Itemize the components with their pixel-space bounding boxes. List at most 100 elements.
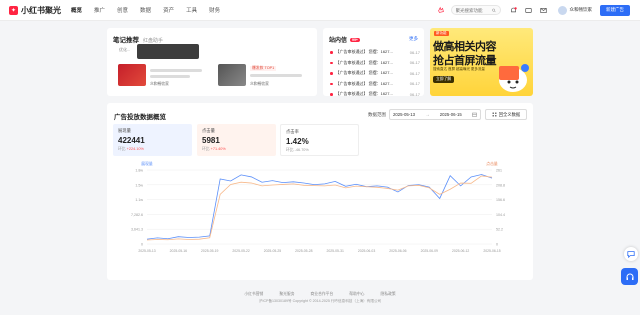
y-left-axis-label: 展现量 [141,161,153,166]
message-text: 【广告审核通过】 您摆：1627... [335,59,393,65]
y-left-tick-label: 7,282.6 [131,213,143,217]
y-left-tick-label: 1.5w [135,183,143,187]
message-item[interactable]: 【广告审核通过】 您摆：1627... 06-17 [330,79,420,90]
nav-item-tools[interactable]: 工具 [186,6,197,14]
kpi-delta-prefix: 环比 [286,148,294,152]
kpi-ctr[interactable]: 点击率 1.42% 环比 -46.70% [280,124,359,156]
footer-link[interactable]: 小红书营销 [244,292,263,297]
messages-card: 站内信 99+ 更多 【广告审核通过】 您摆：1627... 06-17 【广告审… [323,28,424,97]
service-float-button[interactable] [621,268,638,285]
footer-link[interactable]: 帮助中心 [349,292,364,297]
y-right-tick-label: 0 [496,243,498,247]
message-date: 06-17 [409,91,420,97]
x-tick-label: 2025-06-12 [452,249,469,253]
nav-item-creative[interactable]: 创意 [117,6,128,14]
search-input[interactable] [455,7,492,13]
message-item[interactable]: 【广告审核通过】 您摆：1627... 06-17 [330,47,420,58]
main-nav: 概览 推广 创意 数据 资产 工具 财务 [71,6,232,14]
y-left-tick-label: 1.8w [135,169,143,173]
assistant-float-button[interactable] [624,247,638,261]
kpi-label: 点击量 [202,128,215,133]
note-author-2: 众和畅饮家 [250,82,269,86]
wallet-icon[interactable] [524,5,534,15]
x-tick-label: 2025-05-19 [201,249,218,253]
x-tick-label: 2025-05-16 [170,249,187,253]
line-chart: 0 0 3,641.3 52.2 7,282.6 104.4 1.1w 156.6 1.5w 20… [107,158,533,280]
note-badge: 爆发款 TOP1 [250,66,277,71]
nav-item-assets[interactable]: 资产 [163,6,174,14]
message-date: 06-17 [409,81,420,87]
x-tick-label: 2025-06-15 [483,249,500,253]
message-text: 【广告审核通过】 您摆：1627... [335,91,393,97]
kpi-delta: 环比 -46.70% [286,148,353,153]
footer-link[interactable]: 隐私政策 [380,292,395,297]
new-ad-button[interactable]: 新建广告 [600,4,630,16]
kpi-value: 1.42% [286,137,309,146]
bell-icon[interactable] [509,5,519,15]
y-right-axis-label: 点击量 [486,161,498,166]
date-range-label: 数据范围 [368,112,386,117]
nav-item-overview[interactable]: 概览 [71,6,82,14]
message-text: 【广告审核通过】 您摆：1627... [335,49,393,55]
note-thumbnail-2[interactable] [218,64,246,86]
series-line-clicks [146,175,493,241]
footer-link[interactable]: 聚光服务 [279,292,294,297]
messages-list: 【广告审核通过】 您摆：1627... 06-17 【广告审核通过】 您摆：162… [330,47,420,100]
promo-banner[interactable]: 新功能 做高相关内容 抢占首屏流量 搜索直达 首屏 超高曝光 更多流量 立即了解 [430,28,533,96]
x-tick-label: 2025-06-09 [421,249,438,253]
note-thumbnail-1[interactable] [118,64,146,86]
message-item[interactable]: 【广告审核通过】 您摆：1627... 06-17 [330,68,420,79]
kpi-delta-prefix: 环比 [118,147,126,151]
calendar-icon[interactable] [472,112,477,117]
stats-title: 广告投放数据概览 [114,114,166,121]
kpi-clicks[interactable]: 点击量 5981 环比 +71.40% [197,124,276,156]
logo[interactable]: ✦ 小红书聚光 [9,5,61,16]
mail-icon[interactable] [539,5,549,15]
date-range-picker[interactable]: 2025-05-13 → 2025-06-15 [389,109,481,120]
messages-title: 站内信 [329,38,348,44]
headset-icon [626,273,633,280]
top-bar: ✦ 小红书聚光 概览 推广 创意 数据 资产 工具 财务 众和畅饮家 新建广告 [0,0,640,21]
message-date: 06-17 [409,70,420,76]
notes-title-row: 笔记推荐 红盘助手 [113,34,163,44]
message-text: 【广告审核通过】 您摆：1627... [335,70,393,76]
banner-cta[interactable]: 立即了解 [433,76,455,83]
avatar[interactable] [557,5,567,15]
notes-tag: 优化... [119,47,131,52]
end-date[interactable]: 2025-06-15 [440,112,462,117]
kpi-value: 5981 [202,136,220,145]
x-tick-label: 2025-06-06 [389,249,406,253]
username[interactable]: 众和畅饮家 [570,7,593,13]
messages-more-link[interactable]: 更多 [409,36,418,42]
y-right-tick-label: 104.4 [496,213,505,217]
blurred-text [150,75,190,78]
arrow-right-icon: → [425,112,430,117]
footer-copyright: 沪ICP备13030189号 Copyright © 2014-2025 行吟信… [258,299,382,303]
search-box[interactable] [450,5,501,15]
banner-tag: 新功能 [434,31,449,36]
message-item[interactable]: 【广告审核通过】 您摆：1627... 06-17 [330,89,420,100]
back-to-full-data-button[interactable]: 回全义数据 [485,109,527,120]
start-date[interactable]: 2025-05-13 [393,112,415,117]
y-left-tick-label: 3,641.3 [131,228,143,232]
nav-item-data[interactable]: 数据 [140,6,151,14]
notes-subtitle[interactable]: 红盘助手 [143,37,163,44]
y-right-tick-label: 156.6 [496,198,505,202]
footer-links: 小红书营销 聚光服务 商业合作平台 帮助中心 隐私政策 [0,292,640,297]
unread-dot [330,93,333,96]
kpi-delta-prefix: 环比 [202,147,210,151]
x-tick-label: 2025-05-13 [138,249,155,253]
x-tick-label: 2025-05-28 [295,249,312,253]
search-icon[interactable] [491,8,496,13]
messages-badge: 99+ [350,37,360,42]
nav-item-finance[interactable]: 财务 [209,6,220,14]
chat-icon [627,251,635,258]
kpi-impressions[interactable]: 展现量 422441 环比 +224.10% [113,124,192,156]
message-item[interactable]: 【广告审核通过】 您摆：1627... 06-17 [330,58,420,69]
hand-icon[interactable] [436,5,446,15]
kpi-delta: 环比 +71.40% [202,147,271,152]
unread-dot [330,82,333,85]
kpi-delta: 环比 +224.10% [118,147,187,152]
nav-item-promotion[interactable]: 推广 [94,6,105,14]
footer-link[interactable]: 商业合作平台 [311,292,334,297]
